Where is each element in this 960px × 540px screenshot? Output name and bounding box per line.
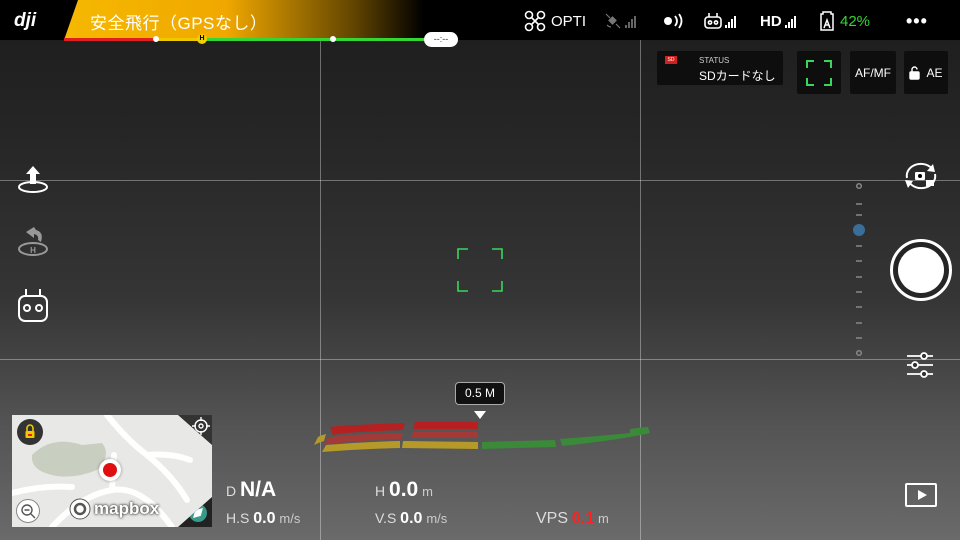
lock-icon — [25, 424, 35, 438]
focus-frame — [457, 248, 503, 292]
link-status[interactable] — [662, 10, 686, 32]
zoom-out-icon — [21, 504, 36, 519]
battery-icon — [820, 11, 834, 31]
battery-percent: 42% — [840, 12, 871, 30]
hs-value: 0.0 — [253, 510, 276, 527]
aircraft-location-marker — [99, 459, 121, 481]
remote-controller-mode-icon[interactable] — [14, 286, 52, 324]
battery-status[interactable]: 42% — [818, 10, 870, 32]
camera-status-box[interactable]: SD STATUS SDカードなし — [657, 51, 783, 85]
distance-label: D — [226, 483, 237, 499]
height-readout: H 0.0 m — [375, 478, 433, 502]
status-label: STATUS — [699, 56, 730, 65]
flight-time: --:-- — [424, 32, 458, 47]
vs-label: V.S — [375, 510, 397, 526]
remote-controller-icon — [704, 13, 722, 29]
exposure-scale[interactable] — [852, 180, 866, 360]
top-bar: 安全飛行（GPSなし） dji H --:-- OPTI HD 42% ••• — [0, 0, 960, 47]
mini-map[interactable]: mapbox — [12, 415, 212, 527]
height-unit: m — [422, 484, 433, 499]
hs-unit: m/s — [279, 511, 301, 526]
obstacle-direction-icon — [474, 411, 486, 419]
vision-status[interactable]: OPTI — [524, 10, 586, 32]
sd-card-icon: SD — [665, 56, 677, 64]
dji-logo[interactable]: dji — [12, 8, 52, 32]
af-mf-button[interactable]: AF/MF — [850, 51, 896, 94]
vps-label: VPS — [536, 510, 569, 527]
ae-lock-button[interactable]: AE — [904, 51, 948, 94]
vs-unit: m/s — [426, 511, 448, 526]
vision-mode: OPTI — [551, 12, 587, 30]
satellite-icon — [605, 13, 621, 29]
height-label: H — [375, 483, 386, 499]
shutter-button[interactable] — [890, 239, 952, 301]
battery-marker — [330, 36, 336, 42]
distance-readout: D N/A — [226, 478, 276, 502]
rc-signal-status[interactable] — [704, 10, 736, 32]
map-zoom-out-button[interactable] — [16, 499, 40, 523]
ae-label: AE — [926, 65, 943, 80]
signal-icon — [664, 13, 683, 29]
mapbox-wordmark: mapbox — [94, 499, 160, 518]
camera-switch-icon[interactable] — [899, 160, 943, 192]
vs-value: 0.0 — [400, 510, 423, 527]
vps-unit: m — [598, 511, 609, 526]
focus-area-button[interactable] — [797, 51, 841, 94]
svg-text:H: H — [30, 246, 36, 255]
svg-text:dji: dji — [14, 10, 37, 31]
more-menu-button[interactable]: ••• — [906, 10, 928, 32]
playback-button[interactable] — [905, 483, 937, 507]
return-home-icon[interactable]: H — [14, 224, 52, 262]
drone-icon — [524, 10, 546, 32]
video-signal-bars — [784, 14, 796, 28]
focus-frame-icon — [806, 59, 832, 86]
hs-label: H.S — [226, 510, 250, 526]
distance-value: N/A — [240, 478, 277, 501]
mapbox-attribution[interactable]: mapbox — [68, 497, 159, 521]
rc-signal-bars — [725, 14, 736, 28]
grid-line — [0, 359, 960, 360]
battery-level-track — [64, 38, 434, 41]
video-link-label: HD — [760, 12, 782, 30]
gps-signal-bars — [625, 14, 636, 28]
horizontal-speed-readout: H.S 0.0 m/s — [226, 510, 300, 528]
vps-value: 0.1 — [571, 510, 595, 527]
vps-readout: VPS 0.1 m — [536, 510, 609, 528]
video-link-status[interactable]: HD — [760, 10, 796, 32]
takeoff-icon[interactable] — [14, 160, 52, 198]
mapbox-logo-icon — [69, 498, 91, 520]
camera-settings-icon[interactable] — [905, 350, 935, 380]
vertical-speed-readout: V.S 0.0 m/s — [375, 510, 447, 528]
map-lock-button[interactable] — [17, 419, 43, 445]
unlock-icon — [909, 65, 921, 80]
gps-status[interactable] — [604, 10, 636, 32]
obstacle-distance: 0.5 M — [455, 382, 505, 405]
battery-marker — [153, 36, 159, 42]
grid-line — [0, 180, 960, 181]
status-value: SDカードなし — [699, 69, 776, 83]
home-marker: H — [197, 34, 207, 44]
height-value: 0.0 — [389, 478, 419, 501]
flight-status-text: 安全飛行（GPSなし） — [90, 14, 268, 33]
